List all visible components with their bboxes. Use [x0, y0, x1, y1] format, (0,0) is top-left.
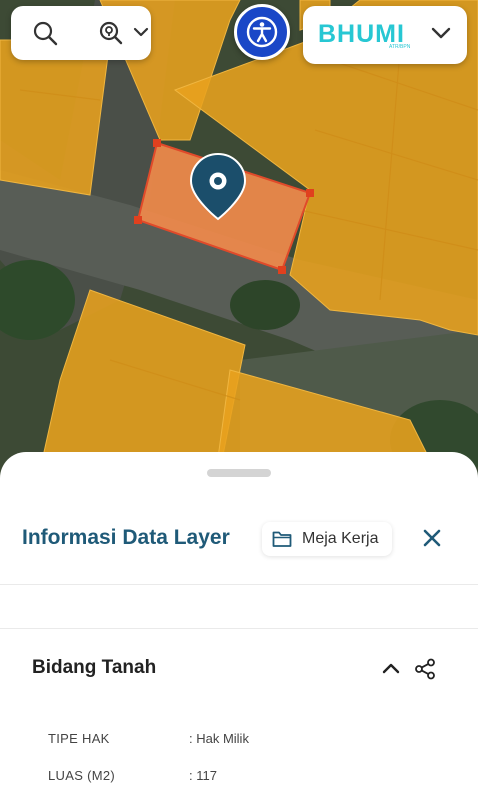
divider — [0, 584, 478, 585]
accessibility-button[interactable] — [234, 4, 290, 60]
chevron-down-icon — [431, 27, 451, 39]
sheet-title: Informasi Data Layer — [22, 526, 230, 549]
attribute-key: TIPE HAK — [48, 731, 110, 746]
search-toolbar — [11, 6, 151, 60]
location-search-dropdown[interactable] — [97, 19, 153, 47]
layer-info-sheet: Informasi Data Layer Meja Kerja Bidang T… — [0, 452, 478, 804]
search-button[interactable] — [31, 19, 59, 47]
attribute-row: TIPE HAK : Hak Milik — [0, 731, 478, 751]
accessibility-icon — [246, 16, 278, 48]
close-icon[interactable] — [420, 526, 444, 550]
search-icon — [33, 21, 58, 46]
workspace-button[interactable]: Meja Kerja — [262, 522, 392, 556]
sheet-drag-handle[interactable] — [207, 469, 271, 477]
attribute-row: LUAS (M2) : 117 — [0, 768, 478, 788]
chevron-down-icon — [133, 27, 149, 37]
attribute-value: : Hak Milik — [189, 731, 249, 746]
folder-icon — [272, 531, 292, 547]
attribute-key: LUAS (M2) — [48, 768, 115, 783]
section-title: Bidang Tanah — [32, 657, 157, 678]
divider — [0, 628, 478, 629]
attribute-value: : 117 — [189, 768, 217, 783]
workspace-label: Meja Kerja — [302, 530, 379, 547]
map-view[interactable] — [0, 0, 478, 480]
location-search-icon — [99, 21, 123, 45]
brand-menu-button[interactable]: BHUMI ATR/BPN — [303, 6, 467, 64]
chevron-up-icon[interactable] — [380, 660, 402, 676]
share-icon[interactable] — [414, 658, 436, 680]
satellite-map[interactable] — [0, 0, 478, 480]
brand-tagline: ATR/BPN — [389, 44, 411, 50]
